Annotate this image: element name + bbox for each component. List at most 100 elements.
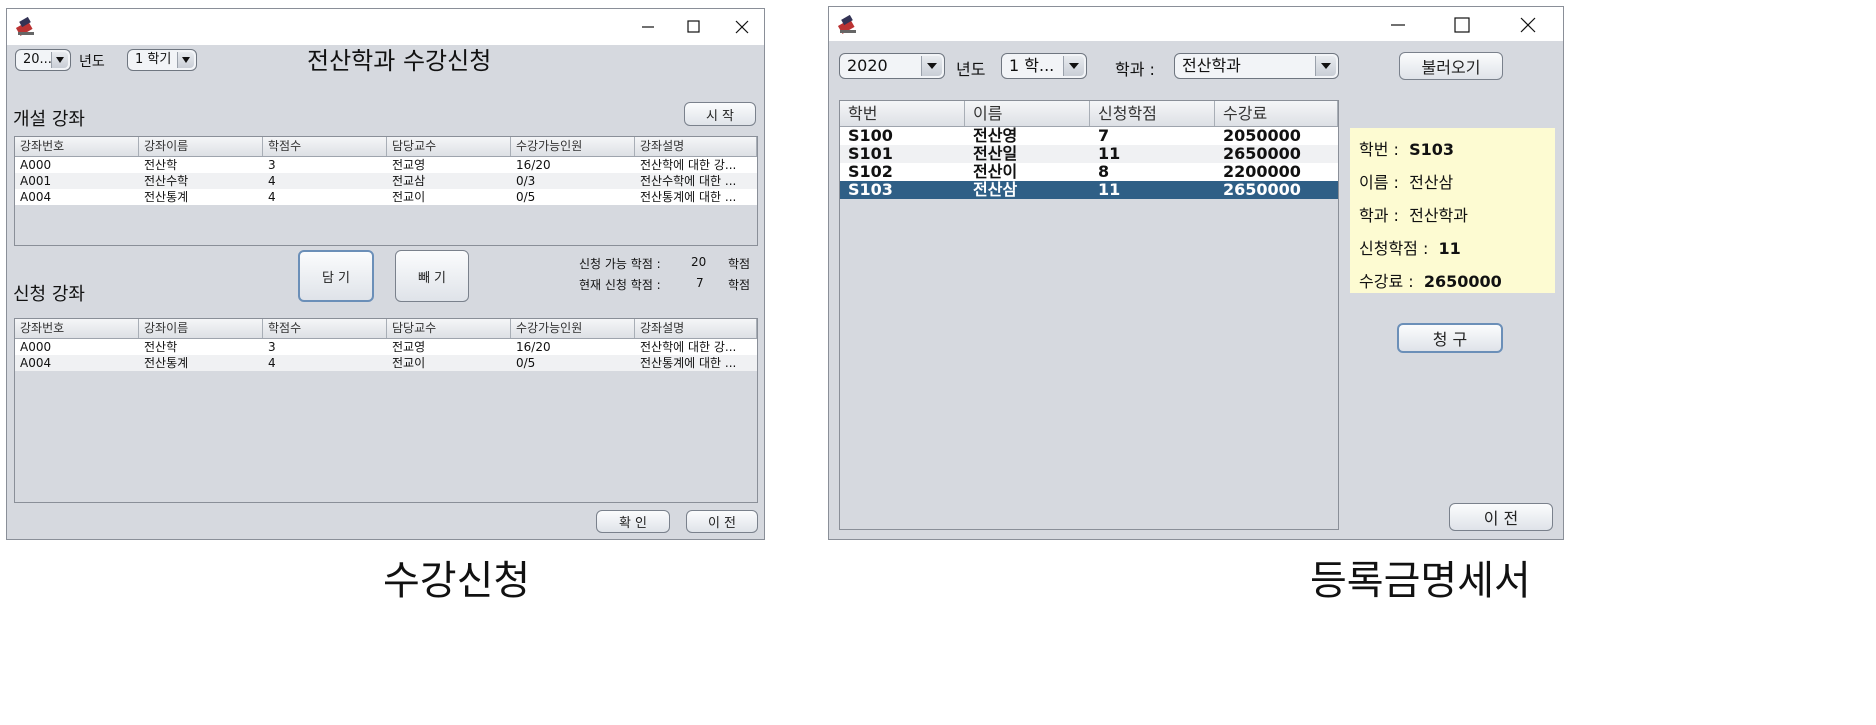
column-header[interactable]: 강좌번호 xyxy=(15,319,139,338)
year-label: 년도 xyxy=(79,54,105,70)
title-bar xyxy=(7,9,764,45)
close-icon[interactable] xyxy=(729,15,755,39)
info-name-label: 이름 : xyxy=(1359,173,1399,192)
table-row[interactable]: A004 전산통계 4 전교이 0/5 전산통계에 대한 ... xyxy=(15,189,757,205)
title-bar xyxy=(829,7,1563,41)
info-fee-value: 2650000 xyxy=(1423,272,1502,291)
term-combo-value: 1 학... xyxy=(1009,56,1055,75)
table-cell: S103 xyxy=(848,181,893,199)
table-cell: 11 xyxy=(1098,145,1121,163)
maximize-icon[interactable] xyxy=(1449,13,1475,37)
year-combo[interactable]: 2020 xyxy=(839,53,945,79)
column-header[interactable]: 수강가능인원 xyxy=(511,137,635,156)
close-icon[interactable] xyxy=(1515,13,1541,37)
start-button[interactable]: 시 작 xyxy=(684,102,756,126)
remove-button[interactable]: 빼 기 xyxy=(395,250,469,302)
column-header[interactable]: 학점수 xyxy=(263,137,387,156)
table-row[interactable]: A000 전산학 3 전교영 16/20 전산학에 대한 강... xyxy=(15,157,757,173)
applied-courses-table[interactable]: 강좌번호 강좌이름 학점수 담당교수 수강가능인원 강좌설명 A000 전산학 3 전교영 16/… xyxy=(14,318,758,503)
column-header[interactable]: 강좌번호 xyxy=(15,137,139,156)
term-combo-value: 1 학기 xyxy=(135,52,172,67)
column-header[interactable]: 강좌설명 xyxy=(635,137,757,156)
table-cell: 2050000 xyxy=(1223,127,1301,145)
table-cell: 4 xyxy=(268,190,276,204)
info-fee-label: 수강료 : xyxy=(1359,272,1414,291)
table-cell: 2650000 xyxy=(1223,145,1301,163)
minimize-icon[interactable] xyxy=(1385,13,1411,37)
table-cell: 전교이 xyxy=(392,190,426,204)
opened-courses-table[interactable]: 강좌번호 강좌이름 학점수 담당교수 수강가능인원 강좌설명 A000 전산학 3 전교영 16/… xyxy=(14,136,758,246)
prev-button[interactable]: 이 전 xyxy=(686,510,758,533)
current-credits-value: 7 xyxy=(696,276,704,290)
page-title: 전산학과 수강신청 xyxy=(307,47,492,75)
available-credits-unit: 학점 xyxy=(728,257,751,271)
column-header[interactable]: 강좌설명 xyxy=(635,319,757,338)
table-cell: 전산통계에 대한 ... xyxy=(640,356,737,370)
info-credits-label: 신청학점 : xyxy=(1359,239,1429,258)
chevron-down-icon xyxy=(177,52,194,68)
info-dept-row: 학과 : 전산학과 xyxy=(1359,202,1468,226)
available-credits-value: 20 xyxy=(691,255,707,269)
table-cell: 0/3 xyxy=(516,174,536,188)
table-row[interactable]: S102 전산이 8 2200000 xyxy=(840,163,1338,181)
table-cell: 전산학 xyxy=(144,158,178,172)
table-cell: 전산학 xyxy=(144,340,178,354)
term-combo[interactable]: 1 학기 xyxy=(127,49,197,71)
table-cell: 전산통계 xyxy=(144,190,189,204)
column-header[interactable]: 담당교수 xyxy=(387,137,511,156)
term-combo[interactable]: 1 학... xyxy=(1001,53,1087,79)
column-header[interactable]: 이름 xyxy=(965,101,1090,126)
bill-button[interactable]: 청 구 xyxy=(1397,323,1503,353)
info-credits-row: 신청학점 : 11 xyxy=(1359,235,1461,259)
table-row[interactable]: S103 전산삼 11 2650000 xyxy=(840,181,1338,199)
confirm-button[interactable]: 확 인 xyxy=(596,510,670,533)
table-header: 학번 이름 신청학점 수강료 xyxy=(840,101,1338,127)
table-row[interactable]: A004 전산통계 4 전교이 0/5 전산통계에 대한 ... xyxy=(15,355,757,371)
column-header[interactable]: 학번 xyxy=(840,101,965,126)
column-header[interactable]: 수강가능인원 xyxy=(511,319,635,338)
year-combo[interactable]: 20... xyxy=(15,49,71,71)
table-cell: 0/5 xyxy=(516,190,536,204)
column-header[interactable]: 담당교수 xyxy=(387,319,511,338)
table-cell: 3 xyxy=(268,340,276,354)
student-table[interactable]: 학번 이름 신청학점 수강료 S100 전산영 7 2050000 S101 전산일 11 2650… xyxy=(839,100,1339,530)
table-cell: A000 xyxy=(20,340,52,354)
table-cell: 7 xyxy=(1098,127,1110,145)
column-header[interactable]: 강좌이름 xyxy=(139,319,263,338)
column-header[interactable]: 수강료 xyxy=(1215,101,1338,126)
load-button[interactable]: 불러오기 xyxy=(1399,52,1503,80)
table-body: A000 전산학 3 전교영 16/20 전산학에 대한 강... A001 전산수학 4 전교삼… xyxy=(15,157,757,205)
table-cell: 4 xyxy=(268,174,276,188)
table-row[interactable]: S100 전산영 7 2050000 xyxy=(840,127,1338,145)
dept-combo[interactable]: 전산학과 xyxy=(1174,53,1339,79)
table-cell: S101 xyxy=(848,145,893,163)
table-cell: 전산삼 xyxy=(973,181,1018,199)
column-header[interactable]: 강좌이름 xyxy=(139,137,263,156)
table-cell: 전교삼 xyxy=(392,174,426,188)
minimize-icon[interactable] xyxy=(635,15,661,39)
table-cell: 2200000 xyxy=(1223,163,1301,181)
table-cell: 전산통계 xyxy=(144,356,189,370)
table-cell: 전산수학에 대한 ... xyxy=(640,174,737,188)
right-caption: 등록금명세서 xyxy=(1310,558,1531,604)
prev-button[interactable]: 이 전 xyxy=(1449,503,1553,531)
year-combo-value: 2020 xyxy=(847,56,888,75)
table-cell: 전산이 xyxy=(973,163,1018,181)
add-button[interactable]: 담 기 xyxy=(298,250,374,302)
table-cell: S100 xyxy=(848,127,893,145)
info-fee-row: 수강료 : 2650000 xyxy=(1359,268,1502,292)
column-header[interactable]: 신청학점 xyxy=(1090,101,1215,126)
chevron-down-icon xyxy=(1315,56,1336,76)
column-header[interactable]: 학점수 xyxy=(263,319,387,338)
table-cell: 11 xyxy=(1098,181,1121,199)
applied-section-label: 신청 강좌 xyxy=(13,284,85,305)
chevron-down-icon xyxy=(1063,56,1084,76)
table-cell: 전교영 xyxy=(392,340,426,354)
table-row[interactable]: S101 전산일 11 2650000 xyxy=(840,145,1338,163)
table-cell: 전산영 xyxy=(973,127,1018,145)
table-row[interactable]: A001 전산수학 4 전교삼 0/3 전산수학에 대한 ... xyxy=(15,173,757,189)
table-row[interactable]: A000 전산학 3 전교영 16/20 전산학에 대한 강... xyxy=(15,339,757,355)
info-name-value: 전산삼 xyxy=(1409,173,1454,192)
table-body: A000 전산학 3 전교영 16/20 전산학에 대한 강... A004 전산통계 4 전교이… xyxy=(15,339,757,371)
maximize-icon[interactable] xyxy=(681,15,707,39)
